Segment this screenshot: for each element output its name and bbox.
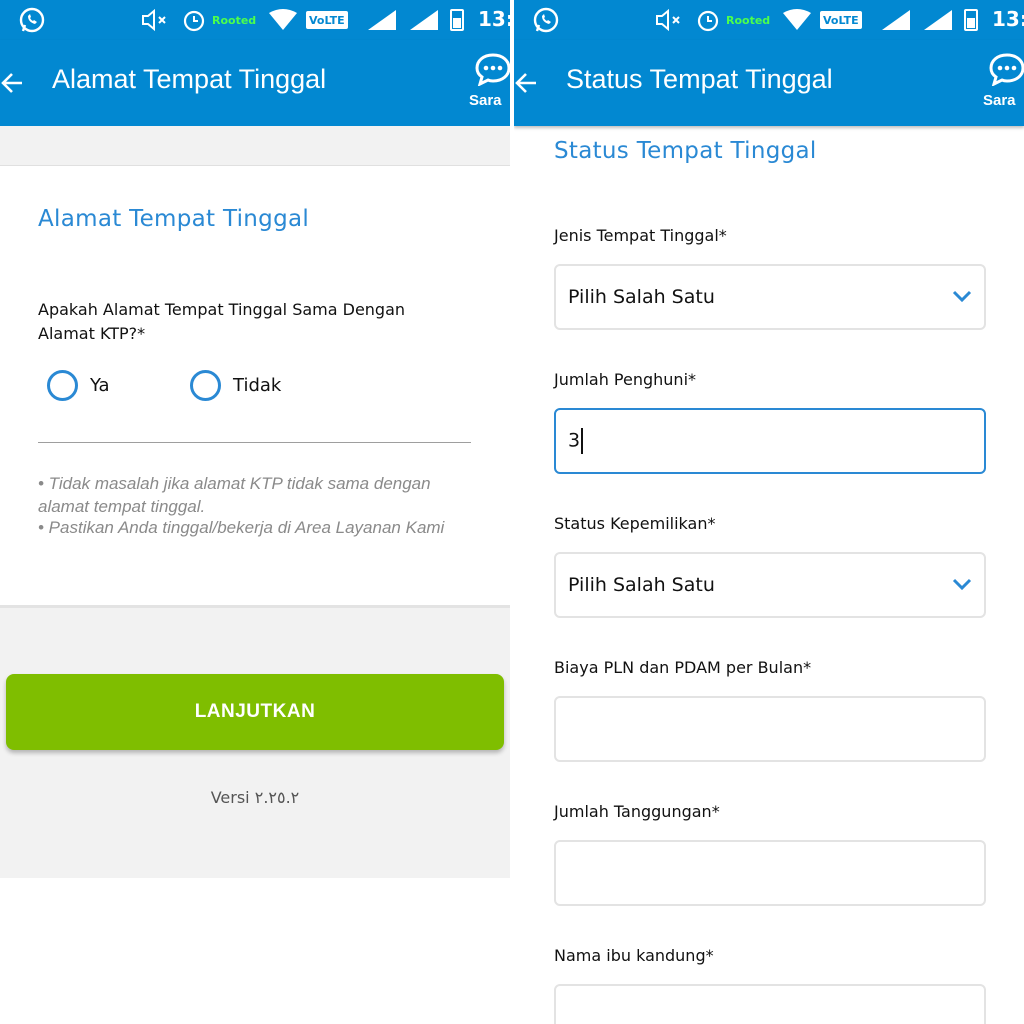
field-label-jenis-tempat-tinggal: Jenis Tempat Tinggal* [554,226,727,245]
alarm-icon [183,10,205,32]
saran-label[interactable]: Sara [469,92,502,109]
field-label-nama-ibu-kandung: Nama ibu kandung* [554,946,714,965]
section-title: Alamat Tempat Tinggal [38,206,310,232]
signal-icon [368,10,396,30]
rooted-indicator: Rooted [212,13,257,27]
radio-label[interactable]: Tidak [233,375,281,396]
signal-icon [410,10,438,30]
field-label-status-kepemilikan: Status Kepemilikan* [554,514,716,533]
biaya-pln-pdam-input[interactable] [554,696,986,762]
mute-icon [142,8,166,32]
note-text: • Tidak masalah jika alamat KTP tidak sa… [38,474,431,516]
status-bar: Rooted VoLTE 13: [514,0,1024,40]
divider [38,442,471,443]
battery-icon [964,9,978,31]
clock: 13: [992,7,1024,31]
back-arrow-icon[interactable] [0,68,30,98]
radio-circle-icon[interactable] [47,370,78,401]
select-value: Pilih Salah Satu [568,286,715,308]
signal-icon [882,10,910,30]
version-text: Versi ٢.٢٥.٢ [210,788,300,807]
page-title: Status Tempat Tinggal [566,64,833,94]
jumlah-penghuni-input[interactable]: 3 [554,408,986,474]
chat-bubble-icon[interactable] [988,52,1024,86]
field-label-biaya-pln-pdam: Biaya PLN dan PDAM per Bulan* [554,658,812,677]
mute-icon [656,8,680,32]
note-text: • Pastikan Anda tinggal/bekerja di Area … [38,518,445,537]
left-screen: Rooted VoLTE 13: Alamat Tempat Tinggal S… [0,0,510,1024]
wifi-icon [783,9,811,30]
status-bar: Rooted VoLTE 13: [0,0,510,40]
radio-label[interactable]: Ya [90,375,110,396]
radio-tidak[interactable]: Tidak [190,370,281,401]
section-title: Status Tempat Tinggal [554,138,817,164]
radio-circle-icon[interactable] [190,370,221,401]
chat-bubble-icon[interactable] [474,52,510,86]
jumlah-tanggungan-input[interactable] [554,840,986,906]
signal-icon [924,10,952,30]
whatsapp-icon [19,7,45,33]
select-value: Pilih Salah Satu [568,574,715,596]
app-bar: Status Tempat Tinggal Sara [514,40,1024,126]
whatsapp-icon [533,7,559,33]
saran-label[interactable]: Sara [983,92,1016,109]
nama-ibu-kandung-input[interactable] [554,984,986,1024]
right-screen: Rooted VoLTE 13: Status Tempat Tinggal S… [514,0,1024,1024]
address-question: Apakah Alamat Tempat Tinggal Sama Dengan… [38,300,406,343]
wifi-icon [269,9,297,30]
app-bar: Alamat Tempat Tinggal Sara [0,40,510,126]
jenis-tempat-tinggal-select[interactable]: Pilih Salah Satu [554,264,986,330]
input-value-wrap: 3 [568,428,584,454]
field-label-jumlah-tanggungan: Jumlah Tanggungan* [554,802,720,821]
radio-ya[interactable]: Ya [47,370,110,401]
battery-icon [450,9,464,31]
lanjutkan-button[interactable]: LANJUTKAN [6,674,504,750]
bottom-area: LANJUTKAN Versi ٢.٢٥.٢ [0,608,510,878]
chevron-down-icon[interactable] [952,289,972,303]
clock: 13: [478,7,510,31]
back-arrow-icon[interactable] [514,68,544,98]
status-kepemilikan-select[interactable]: Pilih Salah Satu [554,552,986,618]
chevron-down-icon[interactable] [952,577,972,591]
spacer-bar [0,126,510,166]
field-label-jumlah-penghuni: Jumlah Penghuni* [554,370,697,389]
page-title: Alamat Tempat Tinggal [52,64,327,94]
volte-badge: VoLTE [306,11,348,29]
volte-badge: VoLTE [820,11,862,29]
input-value: 3 [568,429,581,452]
address-card: Alamat Tempat Tinggal Apakah Alamat Temp… [0,166,510,608]
text-caret [581,428,584,454]
alarm-icon [697,10,719,32]
rooted-indicator: Rooted [726,13,771,27]
